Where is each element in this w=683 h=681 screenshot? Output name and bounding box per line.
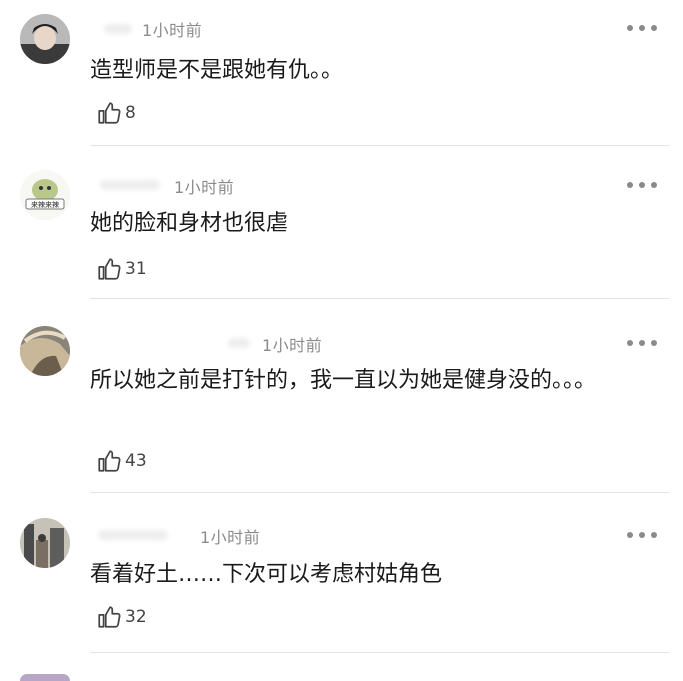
more-options-icon[interactable] xyxy=(627,530,657,540)
username-redacted xyxy=(98,530,168,540)
like-button[interactable]: 32 xyxy=(96,604,147,630)
thumbs-up-icon xyxy=(98,606,121,628)
avatar[interactable] xyxy=(20,674,70,681)
comment-time: 1小时前 xyxy=(200,528,261,547)
divider xyxy=(90,652,669,653)
comment-item: 1小时前 看着好土……下次可以考虑村姑角色 32 xyxy=(0,0,683,660)
avatar[interactable] xyxy=(20,518,70,568)
comment-text: 看着好土……下次可以考虑村姑角色 xyxy=(90,562,443,587)
like-count: 32 xyxy=(125,607,147,627)
